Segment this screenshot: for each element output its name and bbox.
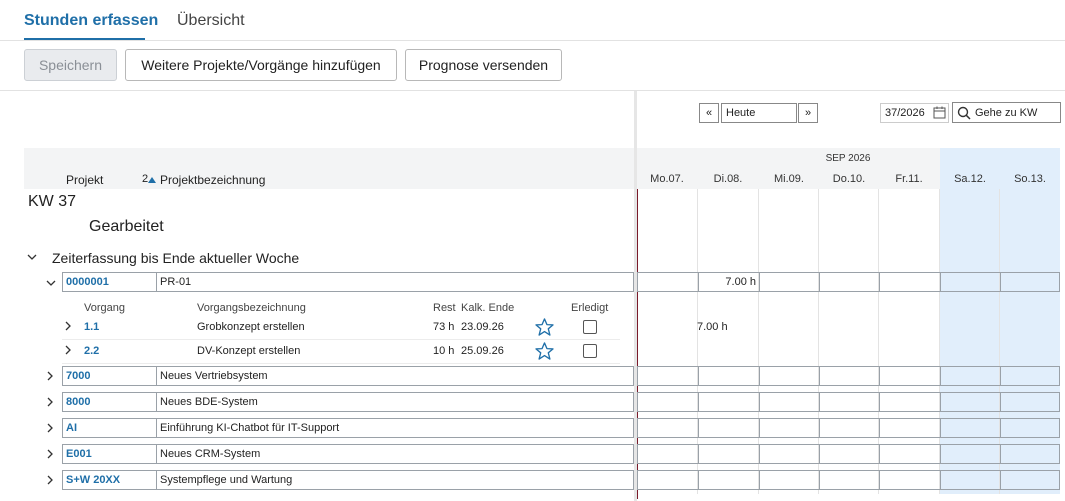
hours-row[interactable] xyxy=(637,418,1060,438)
tab-uebersicht[interactable]: Übersicht xyxy=(177,12,245,30)
task-name: Grobkonzept erstellen xyxy=(197,321,305,333)
send-forecast-button[interactable]: Prognose versenden xyxy=(405,49,562,81)
week-title: KW 37 xyxy=(28,193,77,210)
calendar-icon[interactable] xyxy=(933,106,946,122)
hours-row[interactable] xyxy=(637,470,1060,490)
project-name: Neues BDE-System xyxy=(160,396,258,408)
month-label: SEP 2026 xyxy=(825,153,871,164)
project-row[interactable]: 0000001 PR-01 xyxy=(62,272,634,292)
column-projekt[interactable]: Projekt xyxy=(66,173,103,187)
task-code[interactable]: 2.2 xyxy=(84,345,99,357)
section-title[interactable]: Zeiterfassung bis Ende aktueller Woche xyxy=(52,250,299,266)
goto-week-label: Gehe zu KW xyxy=(975,106,1038,119)
row-divider xyxy=(62,339,620,340)
tab-divider xyxy=(0,40,1065,41)
task-end: 25.09.26 xyxy=(461,345,504,357)
goto-week-button[interactable]: Gehe zu KW xyxy=(952,102,1061,123)
project-name: Neues Vertriebsystem xyxy=(160,370,268,382)
save-button[interactable]: Speichern xyxy=(24,49,117,81)
add-projects-button[interactable]: Weitere Projekte/Vorgänge hinzufügen xyxy=(125,49,397,81)
column-projektbezeichnung[interactable]: Projektbezeichnung xyxy=(160,173,265,187)
week-value: 37/2026 xyxy=(885,107,925,119)
subcol-vorgang: Vorgang xyxy=(84,302,125,314)
task-rest: 10 h xyxy=(433,345,455,357)
chevron-right-icon[interactable] xyxy=(64,345,72,358)
toolbar-divider xyxy=(0,90,1065,91)
star-icon[interactable] xyxy=(535,342,554,363)
project-row[interactable]: 7000 Neues Vertriebsystem xyxy=(62,366,634,386)
done-checkbox[interactable] xyxy=(583,344,597,358)
project-row[interactable]: AI Einführung KI-Chatbot für IT-Support xyxy=(62,418,634,438)
project-code[interactable]: AI xyxy=(66,422,77,434)
chevron-right-icon[interactable] xyxy=(46,423,54,436)
subcol-erledigt: Erledigt xyxy=(571,302,609,314)
done-checkbox[interactable] xyxy=(583,320,597,334)
row-divider xyxy=(62,363,620,364)
task-name: DV-Konzept erstellen xyxy=(197,345,301,357)
project-code[interactable]: 7000 xyxy=(66,370,90,382)
chevron-right-icon[interactable] xyxy=(46,371,54,384)
hours-row[interactable]: 7.00 h xyxy=(637,272,1060,292)
project-row[interactable]: 8000 Neues BDE-System xyxy=(62,392,634,412)
task-hours-tue[interactable]: 7.00 h xyxy=(697,321,728,333)
hours-row[interactable] xyxy=(637,444,1060,464)
chevron-right-icon[interactable] xyxy=(46,397,54,410)
sort-asc-icon[interactable] xyxy=(148,172,156,186)
project-name: PR-01 xyxy=(160,276,192,288)
day-fri: Fr.11. xyxy=(895,173,923,185)
day-mon: Mo.07. xyxy=(650,173,684,185)
chevron-down-icon[interactable] xyxy=(27,252,37,264)
project-name: Systempflege und Wartung xyxy=(160,474,293,486)
prev-week-button[interactable]: « xyxy=(699,103,719,123)
project-name: Einführung KI-Chatbot für IT-Support xyxy=(160,422,340,434)
project-row[interactable]: E001 Neues CRM-System xyxy=(62,444,634,464)
task-rest: 73 h xyxy=(433,321,455,333)
next-week-button[interactable]: » xyxy=(798,103,818,123)
project-row[interactable]: S+W 20XX Systempflege und Wartung xyxy=(62,470,634,490)
day-wed: Mi.09. xyxy=(774,173,804,185)
chevron-down-icon[interactable] xyxy=(46,278,56,290)
project-code[interactable]: E001 xyxy=(66,448,92,460)
project-name: Neues CRM-System xyxy=(160,448,261,460)
subcol-bezeichnung: Vorgangsbezeichnung xyxy=(197,302,306,314)
task-end: 23.09.26 xyxy=(461,321,504,333)
chevron-right-icon[interactable] xyxy=(46,449,54,462)
project-code[interactable]: 0000001 xyxy=(66,276,109,288)
day-tue: Di.08. xyxy=(713,173,743,185)
hours-row[interactable] xyxy=(637,366,1060,386)
today-field[interactable]: Heute xyxy=(721,103,797,123)
tab-stunden-erfassen[interactable]: Stunden erfassen xyxy=(24,12,158,30)
task-code[interactable]: 1.1 xyxy=(84,321,99,333)
chevron-right-icon[interactable] xyxy=(64,321,72,334)
project-code[interactable]: 8000 xyxy=(66,396,90,408)
search-icon xyxy=(957,106,971,123)
subcol-kalk-ende: Kalk. Ende xyxy=(461,302,515,314)
subcol-rest: Rest xyxy=(433,302,456,314)
day-sun: So.13. xyxy=(1014,173,1046,185)
project-code[interactable]: S+W 20XX xyxy=(66,474,120,486)
worked-heading: Gearbeitet xyxy=(89,218,164,235)
hours-cell-tue[interactable]: 7.00 h xyxy=(699,276,756,288)
cell-divider xyxy=(156,273,157,291)
day-sat: Sa.12. xyxy=(954,173,986,185)
day-thu: Do.10. xyxy=(832,173,866,185)
hours-row[interactable] xyxy=(637,392,1060,412)
chevron-right-icon[interactable] xyxy=(46,475,54,488)
star-icon[interactable] xyxy=(535,318,554,339)
